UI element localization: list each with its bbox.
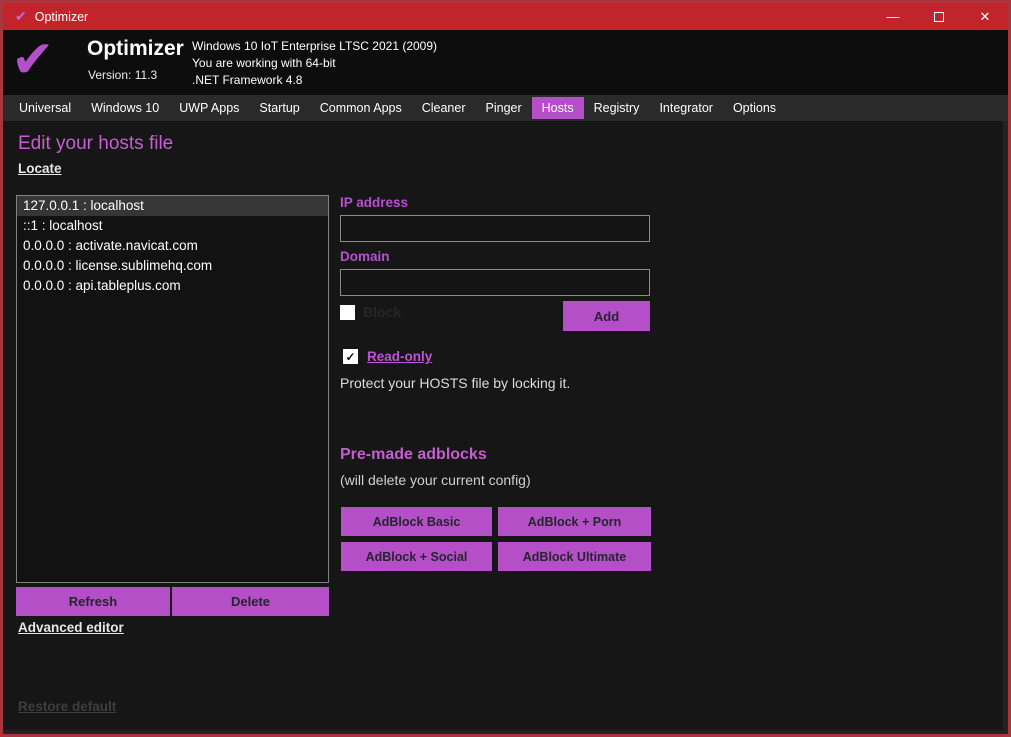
app-name: Optimizer: [87, 37, 184, 61]
tab[interactable]: Integrator: [649, 97, 723, 119]
tab[interactable]: Common Apps: [310, 97, 412, 119]
app-window: ✔ Optimizer — ✕ ✔ Optimizer Version: 11.…: [0, 0, 1011, 737]
readonly-row: ✓ Read-only: [343, 349, 432, 364]
readonly-checkbox[interactable]: ✓: [343, 349, 358, 364]
maximize-button[interactable]: [916, 3, 962, 30]
restore-default-link[interactable]: Restore default: [18, 699, 116, 714]
system-info-line: You are working with 64-bit: [192, 55, 437, 72]
app-logo-icon: ✔: [11, 30, 55, 90]
tab[interactable]: Options: [723, 97, 786, 119]
tab[interactable]: Registry: [584, 97, 650, 119]
hosts-list-item[interactable]: 0.0.0.0 : activate.navicat.com: [17, 236, 328, 256]
adblock-button[interactable]: AdBlock Ultimate: [498, 542, 651, 571]
hosts-page: Edit your hosts file Locate 127.0.0.1 : …: [3, 121, 1003, 730]
ip-address-label: IP address: [340, 195, 408, 210]
refresh-button[interactable]: Refresh: [16, 587, 170, 616]
tab-bar: UniversalWindows 10UWP AppsStartupCommon…: [3, 95, 1008, 121]
tab[interactable]: Hosts: [532, 97, 584, 119]
domain-label: Domain: [340, 249, 390, 264]
tab[interactable]: Windows 10: [81, 97, 169, 119]
close-icon: ✕: [980, 9, 991, 25]
advanced-editor-link[interactable]: Advanced editor: [18, 620, 124, 635]
app-check-icon: ✔: [15, 8, 27, 25]
adblock-button[interactable]: AdBlock + Social: [341, 542, 492, 571]
locate-link[interactable]: Locate: [18, 161, 62, 176]
ip-address-input[interactable]: [340, 215, 650, 242]
app-version: Version: 11.3: [88, 68, 157, 82]
checkbox-check-icon: ✓: [345, 351, 355, 363]
maximize-icon: [934, 12, 944, 22]
block-checkbox[interactable]: [340, 305, 355, 320]
tab[interactable]: Cleaner: [412, 97, 476, 119]
system-info-line: Windows 10 IoT Enterprise LTSC 2021 (200…: [192, 38, 437, 55]
minimize-icon: —: [887, 9, 900, 24]
hosts-list-item[interactable]: 127.0.0.1 : localhost: [17, 196, 328, 216]
hosts-list-item[interactable]: ::1 : localhost: [17, 216, 328, 236]
hosts-list-item[interactable]: 0.0.0.0 : api.tableplus.com: [17, 276, 328, 296]
domain-input[interactable]: [340, 269, 650, 296]
tab[interactable]: Startup: [249, 97, 309, 119]
add-button[interactable]: Add: [563, 301, 650, 331]
minimize-button[interactable]: —: [870, 3, 916, 30]
adblocks-grid: AdBlock BasicAdBlock + PornAdBlock + Soc…: [341, 507, 651, 571]
tab[interactable]: Pinger: [476, 97, 532, 119]
hosts-list-item[interactable]: 0.0.0.0 : license.sublimehq.com: [17, 256, 328, 276]
tab[interactable]: Universal: [9, 97, 81, 119]
titlebar: ✔ Optimizer — ✕: [3, 3, 1008, 30]
adblocks-subtitle: (will delete your current config): [340, 472, 531, 488]
adblock-button[interactable]: AdBlock Basic: [341, 507, 492, 536]
page-title: Edit your hosts file: [18, 133, 173, 155]
close-button[interactable]: ✕: [962, 3, 1008, 30]
hosts-list[interactable]: 127.0.0.1 : localhost::1 : localhost0.0.…: [16, 195, 329, 583]
readonly-hint: Protect your HOSTS file by locking it.: [340, 375, 570, 391]
adblocks-title: Pre-made adblocks: [340, 446, 487, 464]
window-title: Optimizer: [35, 10, 88, 24]
block-label: Block: [363, 304, 401, 320]
delete-button[interactable]: Delete: [172, 587, 329, 616]
tab[interactable]: UWP Apps: [169, 97, 249, 119]
app-header: ✔ Optimizer Version: 11.3 Windows 10 IoT…: [3, 30, 1008, 95]
block-row: Block: [340, 304, 401, 320]
window-controls: — ✕: [870, 3, 1008, 30]
adblock-button[interactable]: AdBlock + Porn: [498, 507, 651, 536]
system-info-line: .NET Framework 4.8: [192, 72, 437, 89]
readonly-link[interactable]: Read-only: [367, 349, 432, 364]
system-info: Windows 10 IoT Enterprise LTSC 2021 (200…: [192, 38, 437, 89]
